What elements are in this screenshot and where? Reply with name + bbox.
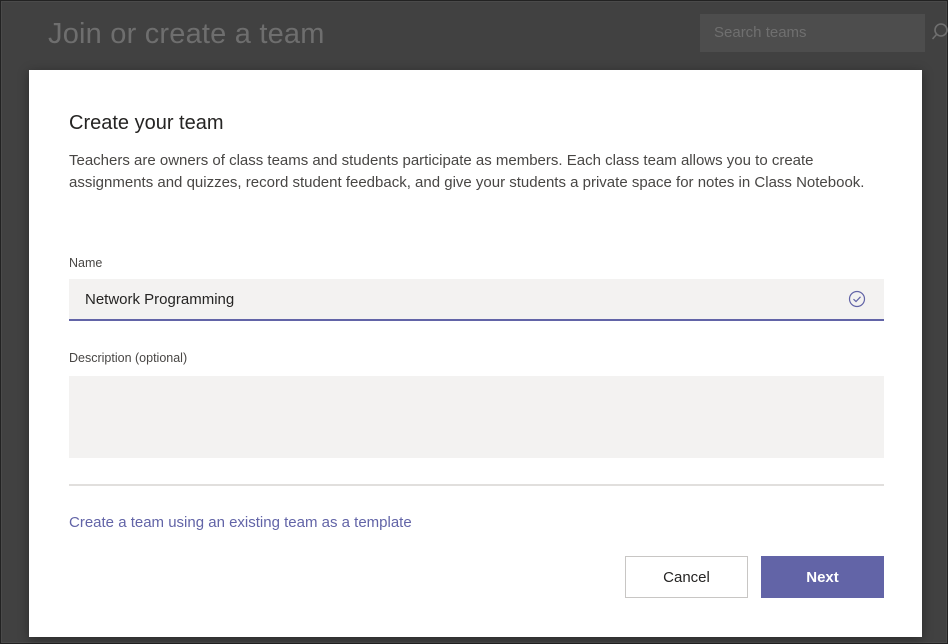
- cancel-button[interactable]: Cancel: [625, 556, 748, 598]
- divider: [69, 484, 884, 486]
- page-title: Join or create a team: [48, 18, 325, 50]
- description-label: Description (optional): [69, 351, 188, 365]
- create-team-dialog: Create your team Teachers are owners of …: [29, 70, 922, 637]
- check-circle-icon: [848, 290, 866, 308]
- next-button[interactable]: Next: [761, 556, 884, 598]
- team-description-input[interactable]: [69, 376, 884, 458]
- team-name-input[interactable]: Network Programming: [69, 279, 884, 321]
- dialog-title: Create your team: [69, 112, 224, 134]
- team-name-value: Network Programming: [85, 291, 235, 308]
- dialog-description: Teachers are owners of class teams and s…: [69, 152, 865, 191]
- template-link[interactable]: Create a team using an existing team as …: [69, 514, 412, 531]
- search-icon[interactable]: [932, 22, 948, 42]
- search-teams-input[interactable]: Search teams: [700, 14, 925, 52]
- name-label: Name: [69, 256, 103, 270]
